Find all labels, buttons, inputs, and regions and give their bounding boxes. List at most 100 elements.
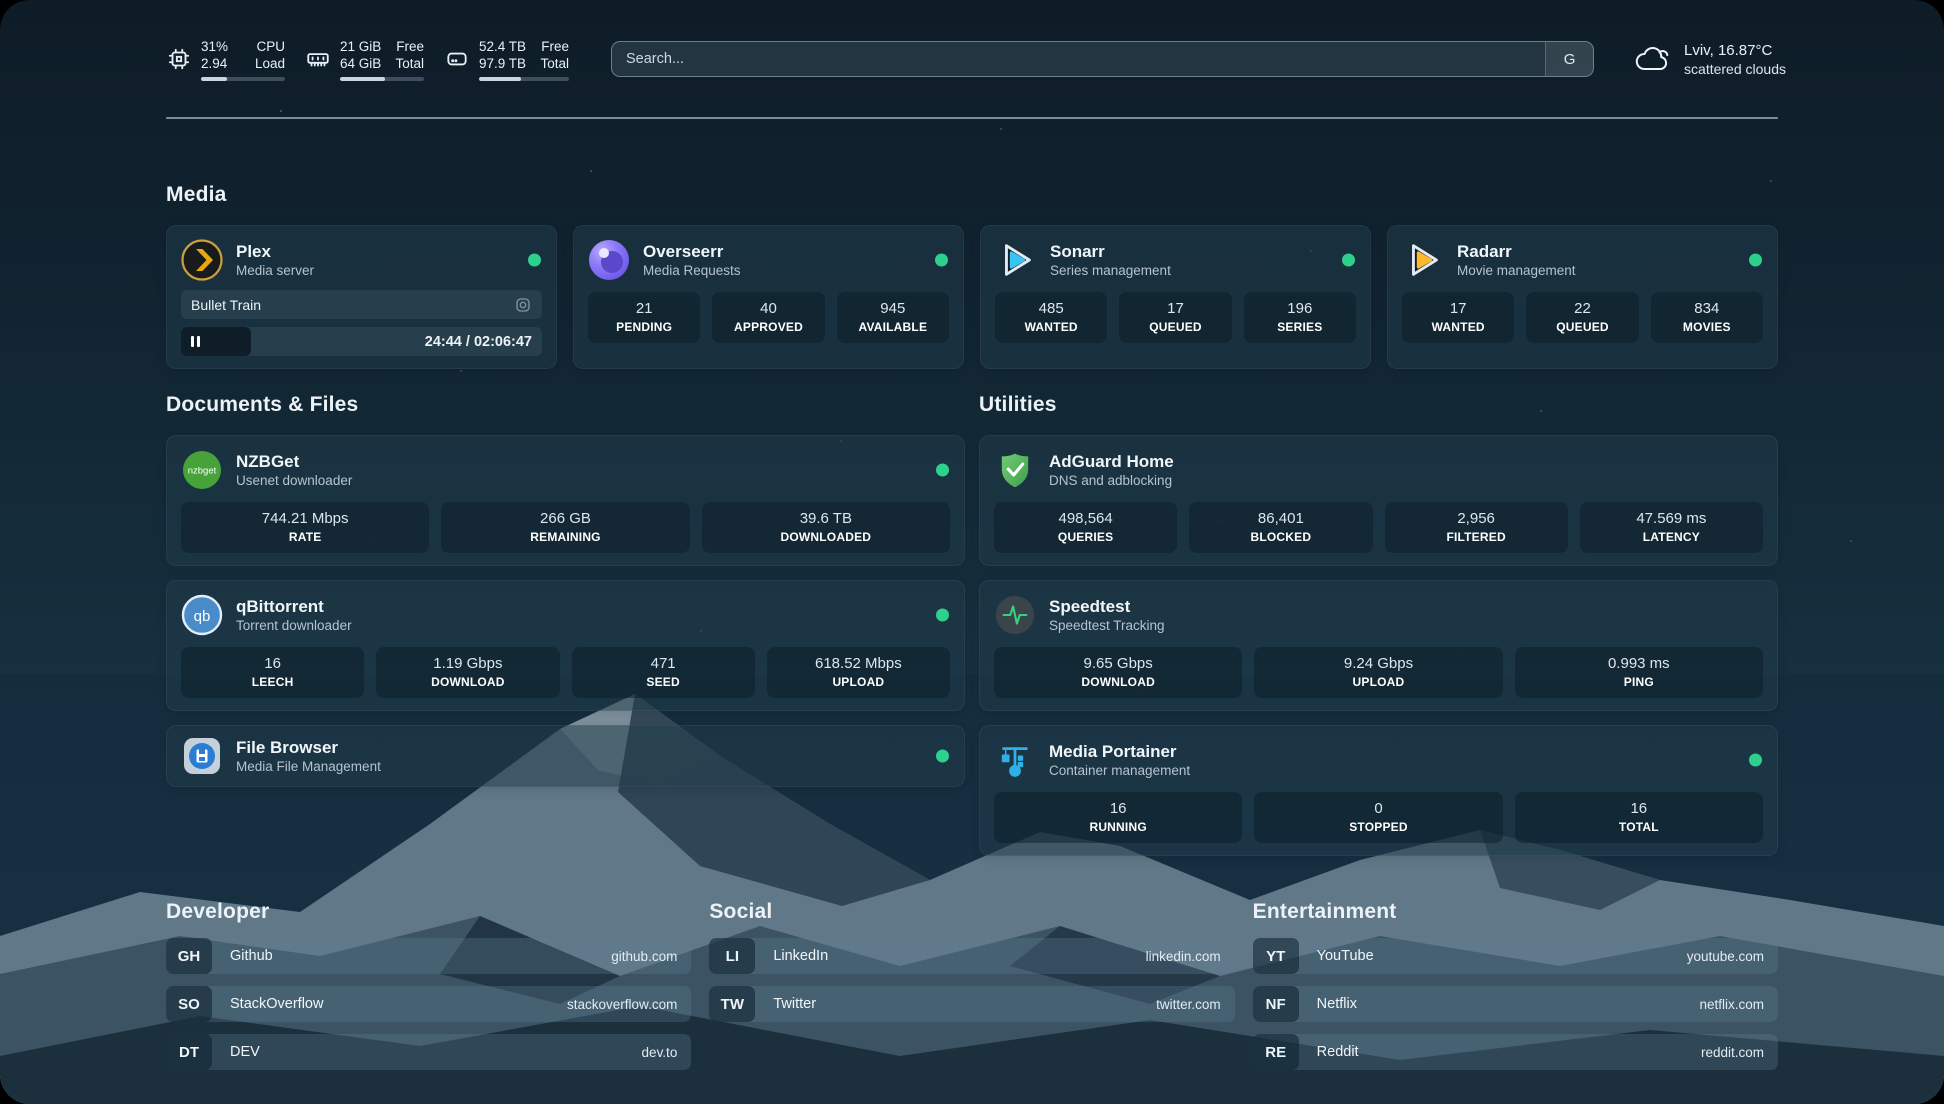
stat-upload: 618.52 Mbps UPLOAD [767, 647, 950, 698]
app-description: Media File Management [236, 758, 381, 776]
stat-ping: 0.993 ms PING [1515, 647, 1763, 698]
app-description: DNS and adblocking [1049, 472, 1174, 490]
cpu-progress-bar [201, 77, 285, 81]
bookmark-stackoverflow[interactable]: SO StackOverflow stackoverflow.com [166, 986, 691, 1022]
status-dot [936, 464, 949, 477]
app-name: Overseerr [643, 241, 741, 262]
weather-summary: Lviv, 16.87°C [1684, 41, 1786, 60]
bookmark-abbr: SO [166, 986, 212, 1022]
memory-free-value: 21 GiB [340, 38, 381, 55]
app-name: Sonarr [1050, 241, 1171, 262]
plex-time: 24:44 / 02:06:47 [425, 327, 532, 356]
app-name: NZBGet [236, 451, 352, 472]
stat-series: 196 SERIES [1244, 292, 1356, 343]
stat-available: 945 AVAILABLE [837, 292, 949, 343]
app-card-nzbget[interactable]: nzbget NZBGet Usenet downloader 74 [166, 435, 965, 566]
stat-remaining: 266 GB REMAINING [441, 502, 689, 553]
stat-total: 16 TOTAL [1515, 792, 1763, 843]
bookmark-name: Netflix [1317, 996, 1357, 1012]
stat-queued: 22 QUEUED [1526, 292, 1638, 343]
app-card-speedtest[interactable]: Speedtest Speedtest Tracking 9.65 Gbps D… [979, 580, 1778, 711]
stat-blocked: 86,401 BLOCKED [1189, 502, 1372, 553]
bookmark-url: youtube.com [1687, 949, 1778, 964]
bookmark-url: reddit.com [1701, 1045, 1778, 1060]
app-card-plex[interactable]: Plex Media server Bullet Train [166, 225, 557, 369]
bookmark-url: dev.to [642, 1045, 692, 1060]
app-card-sonarr[interactable]: Sonarr Series management 485 WANTED 17 Q… [980, 225, 1371, 369]
dashboard-main: Media Plex Media server [166, 117, 1778, 1070]
section-developer: Developer GH Github github.com SO StackO… [166, 900, 691, 1070]
section-heading-documents: Documents & Files [166, 393, 965, 417]
cpu-label: CPU [255, 38, 285, 55]
app-name: File Browser [236, 737, 381, 758]
bookmark-github[interactable]: GH Github github.com [166, 938, 691, 974]
stat-rate: 744.21 Mbps RATE [181, 502, 429, 553]
bookmark-dev[interactable]: DT DEV dev.to [166, 1034, 691, 1070]
disk-total-value: 97.9 TB [479, 55, 526, 72]
section-heading-utilities: Utilities [979, 393, 1778, 417]
app-card-radarr[interactable]: Radarr Movie management 17 WANTED 22 QUE… [1387, 225, 1778, 369]
status-dot [1342, 254, 1355, 267]
bookmark-netflix[interactable]: NF Netflix netflix.com [1253, 986, 1778, 1022]
bookmark-name: Twitter [773, 996, 816, 1012]
section-heading-social: Social [709, 900, 1234, 924]
stat-approved: 40 APPROVED [712, 292, 824, 343]
bookmark-abbr: TW [709, 986, 755, 1022]
stat-latency: 47.569 ms LATENCY [1580, 502, 1763, 553]
bookmark-url: linkedin.com [1146, 949, 1235, 964]
status-dot [936, 609, 949, 622]
svg-text:nzbget: nzbget [188, 466, 217, 477]
speedtest-logo-icon [994, 594, 1036, 636]
session-icon [514, 296, 532, 314]
top-bar: 31% 2.94 CPU Load [166, 28, 1786, 90]
app-name: Plex [236, 241, 314, 262]
plex-progress-bar[interactable]: 24:44 / 02:06:47 [181, 327, 542, 356]
stat-downloaded: 39.6 TB DOWNLOADED [702, 502, 950, 553]
bookmark-abbr: NF [1253, 986, 1299, 1022]
bookmark-url: github.com [611, 949, 691, 964]
bookmark-name: Reddit [1317, 1044, 1359, 1060]
section-entertainment: Entertainment YT YouTube youtube.com NF … [1253, 900, 1778, 1070]
dashboard-screen: 31% 2.94 CPU Load [0, 0, 1944, 1104]
cpu-load-value: 2.94 [201, 55, 228, 72]
memory-icon [305, 46, 331, 72]
app-card-qbittorrent[interactable]: qb qBittorrent Torrent downloader [166, 580, 965, 711]
stat-wanted: 17 WANTED [1402, 292, 1514, 343]
stat-wanted: 485 WANTED [995, 292, 1107, 343]
section-social: Social LI LinkedIn linkedin.com TW Twitt… [709, 900, 1234, 1070]
app-card-portainer[interactable]: Media Portainer Container management 16 … [979, 725, 1778, 856]
bookmark-twitter[interactable]: TW Twitter twitter.com [709, 986, 1234, 1022]
nzbget-logo-icon: nzbget [181, 449, 223, 491]
pause-icon[interactable] [191, 336, 200, 347]
app-card-filebrowser[interactable]: File Browser Media File Management [166, 725, 965, 787]
bookmark-url: netflix.com [1699, 997, 1778, 1012]
search-engine-button[interactable]: G [1545, 42, 1593, 76]
stat-queued: 17 QUEUED [1119, 292, 1231, 343]
search-input[interactable] [612, 42, 1545, 76]
disk-progress-bar [479, 77, 569, 81]
app-card-adguard[interactable]: AdGuard Home DNS and adblocking 498,564 … [979, 435, 1778, 566]
app-card-overseerr[interactable]: Overseerr Media Requests 21 PENDING 40 A… [573, 225, 964, 369]
section-utilities: Utilities [979, 393, 1778, 856]
section-documents: Documents & Files nzbget [166, 393, 965, 856]
weather-condition: scattered clouds [1684, 60, 1786, 78]
bookmark-reddit[interactable]: RE Reddit reddit.com [1253, 1034, 1778, 1070]
stat-upload: 9.24 Gbps UPLOAD [1254, 647, 1502, 698]
weather-widget[interactable]: Lviv, 16.87°C scattered clouds [1634, 41, 1786, 78]
app-name: Radarr [1457, 241, 1576, 262]
disk-icon [444, 46, 470, 72]
bookmark-name: LinkedIn [773, 948, 828, 964]
app-description: Movie management [1457, 262, 1576, 280]
section-heading-entertainment: Entertainment [1253, 900, 1778, 924]
app-name: qBittorrent [236, 596, 352, 617]
bookmark-url: twitter.com [1156, 997, 1235, 1012]
bookmark-linkedin[interactable]: LI LinkedIn linkedin.com [709, 938, 1234, 974]
disk-widget: 52.4 TB 97.9 TB Free Total [444, 38, 569, 81]
bookmark-abbr: DT [166, 1034, 212, 1070]
bookmark-youtube[interactable]: YT YouTube youtube.com [1253, 938, 1778, 974]
overseerr-logo-icon [588, 239, 630, 281]
bookmark-name: Github [230, 948, 273, 964]
app-description: Torrent downloader [236, 617, 352, 635]
stat-movies: 834 MOVIES [1651, 292, 1763, 343]
stat-queries: 498,564 QUERIES [994, 502, 1177, 553]
